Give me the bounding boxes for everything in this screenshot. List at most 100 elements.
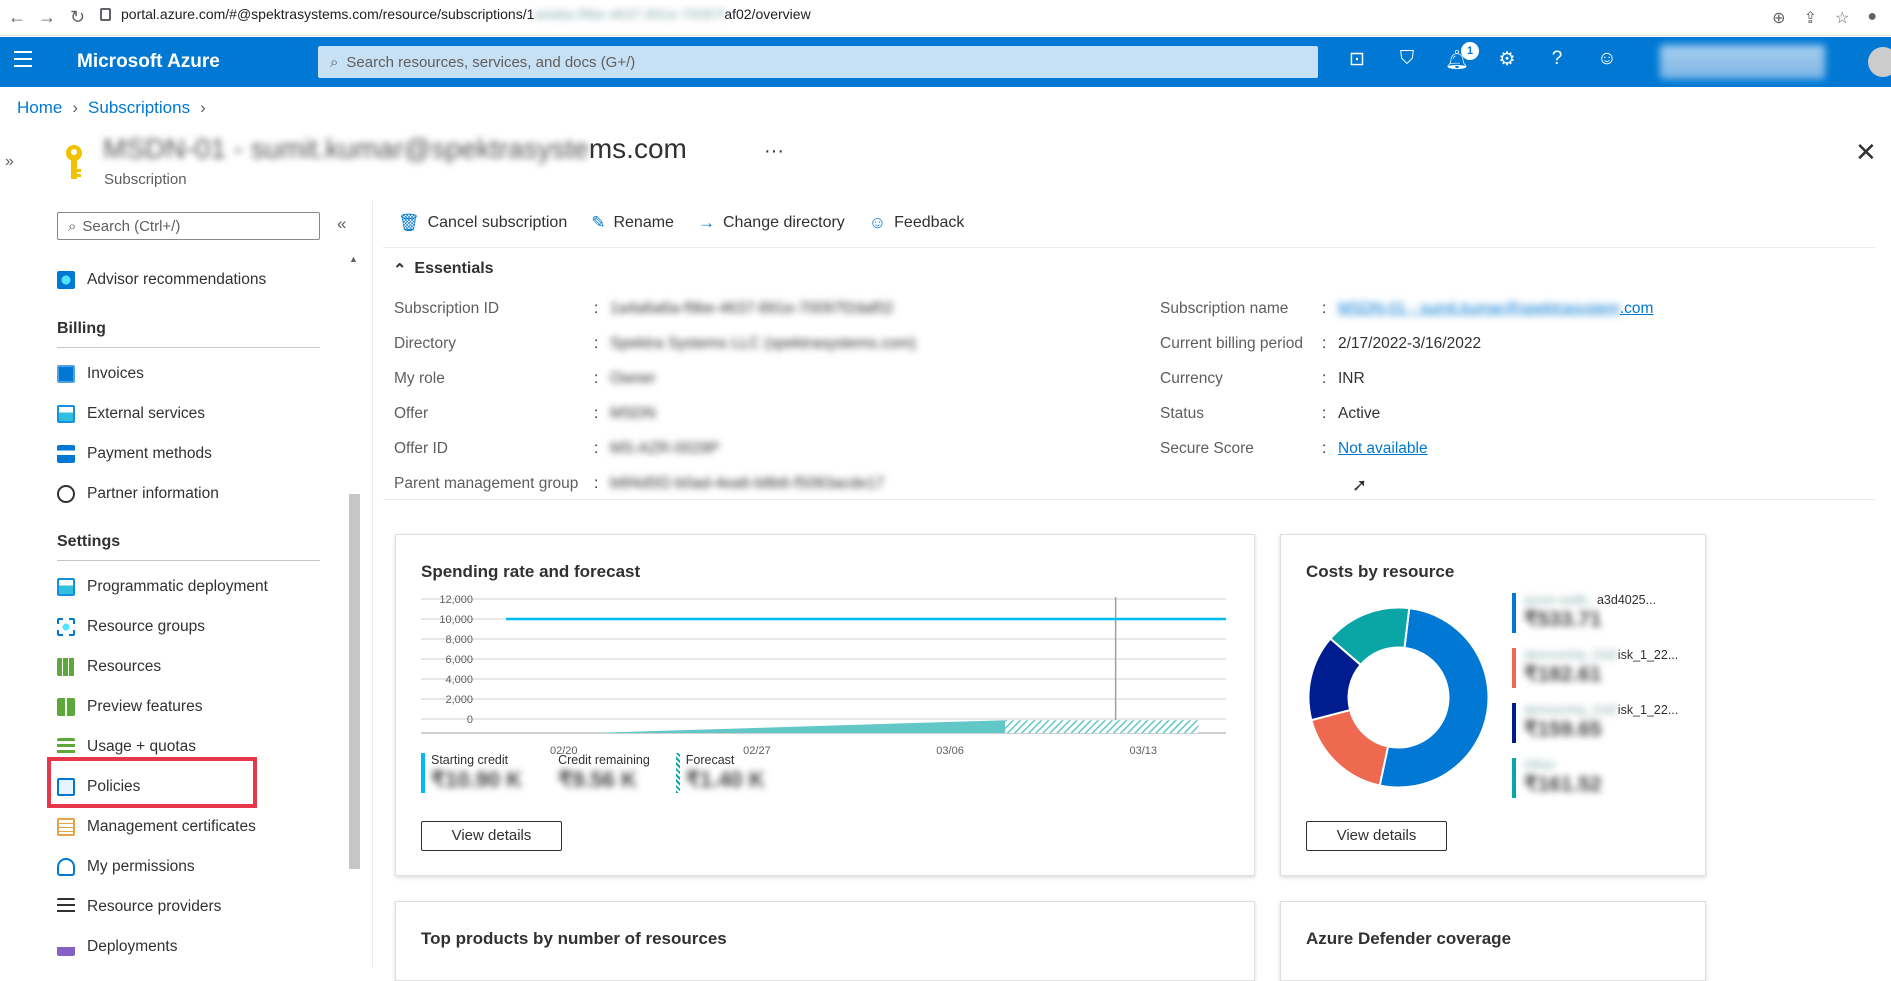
essentials-toggle[interactable]: ⌃ Essentials	[393, 260, 494, 280]
feedback-icon: ☺	[868, 213, 887, 232]
feedback-person-icon[interactable]: ☺	[1595, 48, 1619, 72]
scrollbar-thumb[interactable]	[349, 494, 360, 869]
cancel-subscription-button[interactable]: 🗑︎ Cancel subscription	[398, 213, 567, 233]
key-icon	[66, 145, 82, 179]
reload-icon[interactable]: ↻	[70, 7, 85, 28]
donut-slice[interactable]	[1310, 708, 1390, 787]
view-details-button[interactable]: View details	[421, 821, 562, 851]
section-billing: Billing	[57, 320, 320, 348]
close-icon[interactable]: ✕	[1855, 137, 1877, 168]
profile-icon[interactable]: ●	[1867, 8, 1877, 28]
nav-resource-providers[interactable]: Resource providers	[57, 895, 221, 919]
secure-score-link[interactable]: Not available	[1338, 440, 1428, 458]
mouse-cursor-icon: ➚	[1352, 475, 1368, 495]
change-directory-button[interactable]: → Change directory	[698, 213, 845, 233]
costs-legend: azure-sadb...a3d4025... ₹533.71 demovmhp_…	[1512, 593, 1678, 813]
zoom-icon[interactable]: ⊕	[1772, 8, 1785, 28]
defender-card: Azure Defender coverage	[1280, 901, 1706, 981]
breadcrumb-home[interactable]: Home	[17, 98, 62, 118]
settings-gear-icon[interactable]: ⚙	[1495, 48, 1519, 72]
x-tick-label: 03/13	[1129, 745, 1157, 757]
x-tick-label: 03/06	[936, 745, 964, 757]
notification-badge: 1	[1461, 42, 1479, 60]
hamburger-menu-icon[interactable]	[14, 51, 32, 72]
essentials-row: Subscription ID:1a4a6a6a-f9be-4637-891e-…	[394, 300, 894, 317]
brand-title[interactable]: Microsoft Azure	[77, 51, 220, 73]
forecast-area	[1005, 720, 1199, 733]
legend-swatch	[421, 753, 425, 793]
certificate-icon	[57, 818, 75, 836]
legend-swatch	[1512, 703, 1516, 743]
share-icon[interactable]: ⇪	[1804, 8, 1817, 28]
account-info[interactable]	[1660, 45, 1825, 79]
cloud-shell-icon[interactable]: ⊡	[1345, 48, 1369, 72]
providers-icon	[57, 898, 75, 916]
y-tick-label: 12,000	[439, 594, 473, 606]
essentials-row: Currency: INR	[1160, 370, 1365, 387]
card-title: Spending rate and forecast	[421, 562, 641, 581]
y-tick-label: 10,000	[439, 614, 473, 626]
nav-payment-methods[interactable]: Payment methods	[57, 442, 212, 466]
help-icon[interactable]: ?	[1545, 48, 1569, 72]
legend-item: demovmhp_OsDisk_1_22... ₹159.65	[1512, 703, 1678, 758]
subscription-name-link[interactable]: MSDN-01 - sumit.kumar@spektrasystem.com	[1338, 300, 1653, 318]
legend-swatch	[1512, 648, 1516, 688]
divider	[383, 247, 1875, 248]
preview-icon	[57, 698, 75, 716]
invoice-icon	[57, 365, 75, 383]
nav-programmatic-deployment[interactable]: Programmatic deployment	[57, 575, 268, 599]
breadcrumb-subscriptions[interactable]: Subscriptions	[88, 98, 190, 118]
nav-deployments[interactable]: Deployments	[57, 935, 177, 959]
view-details-button[interactable]: View details	[1306, 821, 1447, 851]
nav-my-permissions[interactable]: My permissions	[57, 855, 195, 879]
deployment-icon	[57, 578, 75, 596]
deployments-icon	[57, 938, 75, 956]
essentials-row: Directory: Spektra Systems LLC (spektrasy…	[394, 335, 916, 353]
costs-card: Costs by resource azure-sadb...a3d4025..…	[1280, 534, 1706, 876]
page-subtitle: Subscription	[104, 171, 187, 188]
command-bar: 🗑︎ Cancel subscription ✎ Rename → Change di…	[398, 213, 964, 233]
page-title: MSDN-01 - sumit.kumar@spektrasyste ms.com	[103, 133, 687, 164]
menu-search-input[interactable]: ⌕ Search (Ctrl+/)	[57, 212, 320, 240]
menu-scrollbar[interactable]: ▲	[348, 254, 360, 964]
nav-advisor-recommendations[interactable]: Advisor recommendations	[57, 268, 266, 292]
essentials-row: Subscription name: MSDN-01 - sumit.kumar@…	[1160, 300, 1654, 318]
costs-donut-chart	[1307, 606, 1490, 789]
collapse-menu-icon[interactable]: «	[337, 214, 346, 234]
essentials-row: Current billing period:2/17/2022-3/16/20…	[1160, 335, 1482, 352]
browser-toolbar: ← → ↻ portal.azure.com/#@spektrasystems.…	[0, 0, 1891, 36]
scroll-up-icon[interactable]: ▲	[349, 254, 358, 264]
bookmark-star-icon[interactable]: ☆	[1835, 8, 1849, 28]
card-title: Costs by resource	[1306, 562, 1455, 581]
card-title: Azure Defender coverage	[1306, 929, 1512, 948]
external-services-icon	[57, 405, 75, 423]
nav-preview-features[interactable]: Preview features	[57, 695, 202, 719]
essentials-row: Offer ID: MS-AZR-0029P	[394, 440, 720, 457]
pencil-icon: ✎	[591, 213, 606, 232]
nav-usage-quotas[interactable]: Usage + quotas	[57, 735, 196, 759]
search-icon: ⌕	[330, 53, 339, 71]
avatar[interactable]	[1868, 47, 1891, 77]
forward-icon[interactable]: →	[38, 7, 56, 28]
notifications-bell-icon[interactable]: 🔔︎ 1	[1445, 42, 1479, 72]
nav-partner-information[interactable]: Partner information	[57, 482, 219, 506]
address-bar[interactable]: portal.azure.com/#@spektrasystems.com/re…	[100, 6, 811, 22]
expand-sidebar-icon[interactable]: »	[5, 153, 14, 171]
global-search-input[interactable]: ⌕ Search resources, services, and docs (…	[318, 46, 1318, 78]
legend-item: Other ₹161.52	[1512, 758, 1678, 813]
nav-resources[interactable]: Resources	[57, 655, 161, 679]
partner-icon	[57, 485, 75, 503]
nav-external-services[interactable]: External services	[57, 402, 205, 426]
card-title: Top products by number of resources	[421, 929, 727, 948]
more-options-icon[interactable]: ···	[764, 140, 784, 163]
back-icon[interactable]: ←	[8, 7, 26, 28]
directory-link[interactable]: Spektra Systems LLC (spektrasystems.com)	[610, 335, 916, 353]
feedback-button[interactable]: ☺ Feedback	[869, 213, 965, 233]
person-icon	[57, 858, 75, 876]
directory-filter-icon[interactable]: ⛉	[1395, 48, 1419, 72]
nav-management-certificates[interactable]: Management certificates	[57, 815, 256, 839]
nav-resource-groups[interactable]: Resource groups	[57, 615, 205, 639]
essentials-row: Status: Active	[1160, 405, 1381, 422]
nav-invoices[interactable]: Invoices	[57, 362, 144, 386]
rename-button[interactable]: ✎ Rename	[591, 213, 674, 233]
